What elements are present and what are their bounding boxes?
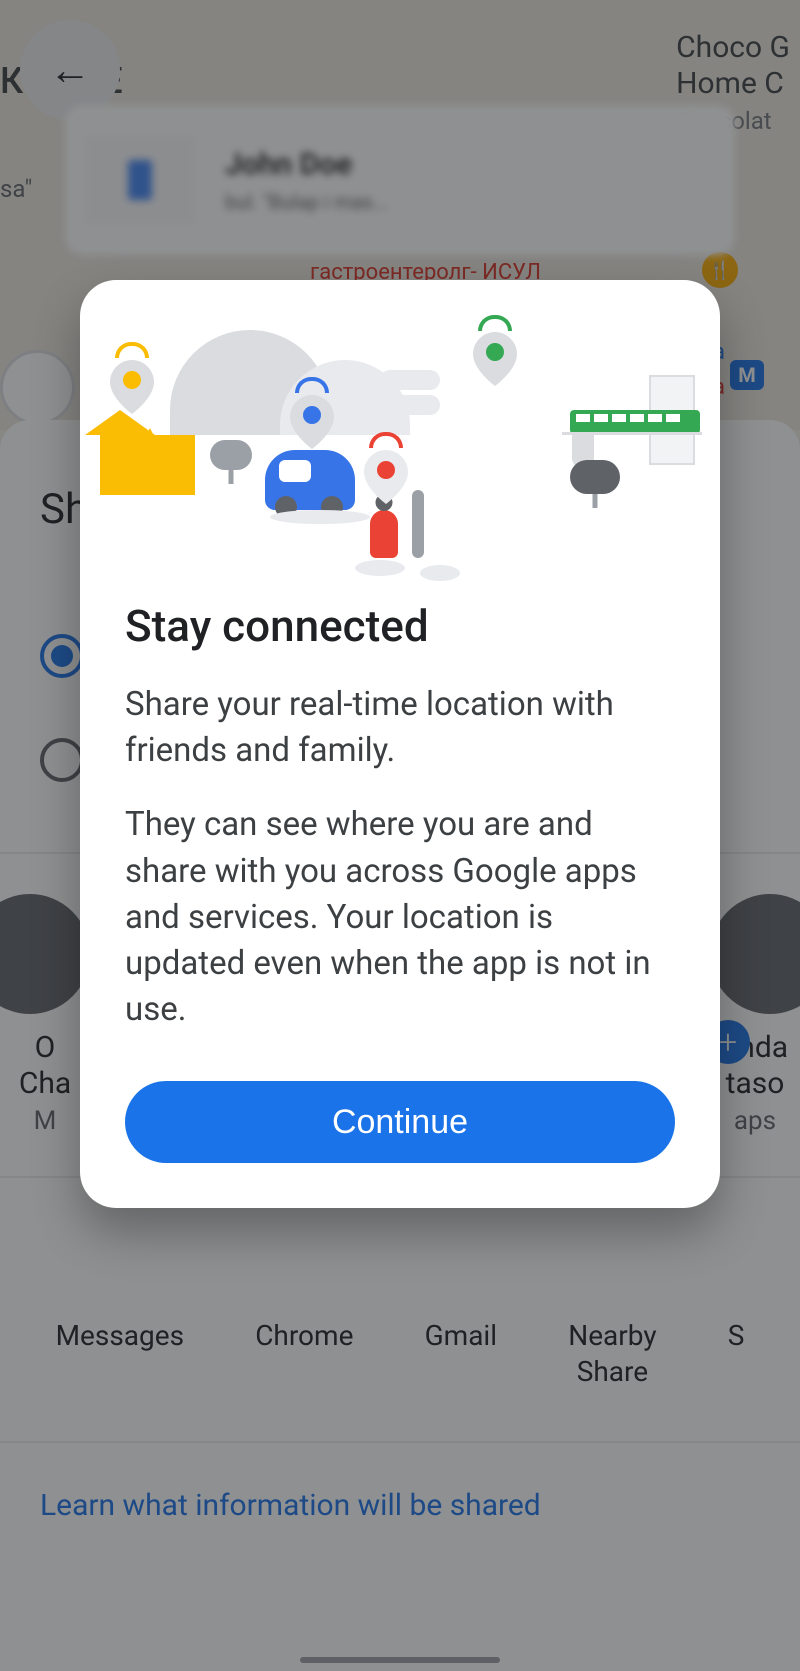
location-pin-icon [110,360,154,418]
dialog-illustration [80,280,720,590]
stay-connected-dialog: Stay connected Share your real-time loca… [80,280,720,1208]
dialog-body: Share your real-time location with frien… [125,682,675,1033]
dialog-para2: They can see where you are and share wit… [125,802,675,1033]
location-pin-icon [473,332,517,390]
location-pin-icon [290,395,334,453]
dialog-content: Stay connected Share your real-time loca… [80,590,720,1208]
dialog-para1: Share your real-time location with frien… [125,682,675,774]
location-pin-icon [364,450,408,508]
dialog-title: Stay connected [125,600,675,652]
continue-button[interactable]: Continue [125,1081,675,1163]
